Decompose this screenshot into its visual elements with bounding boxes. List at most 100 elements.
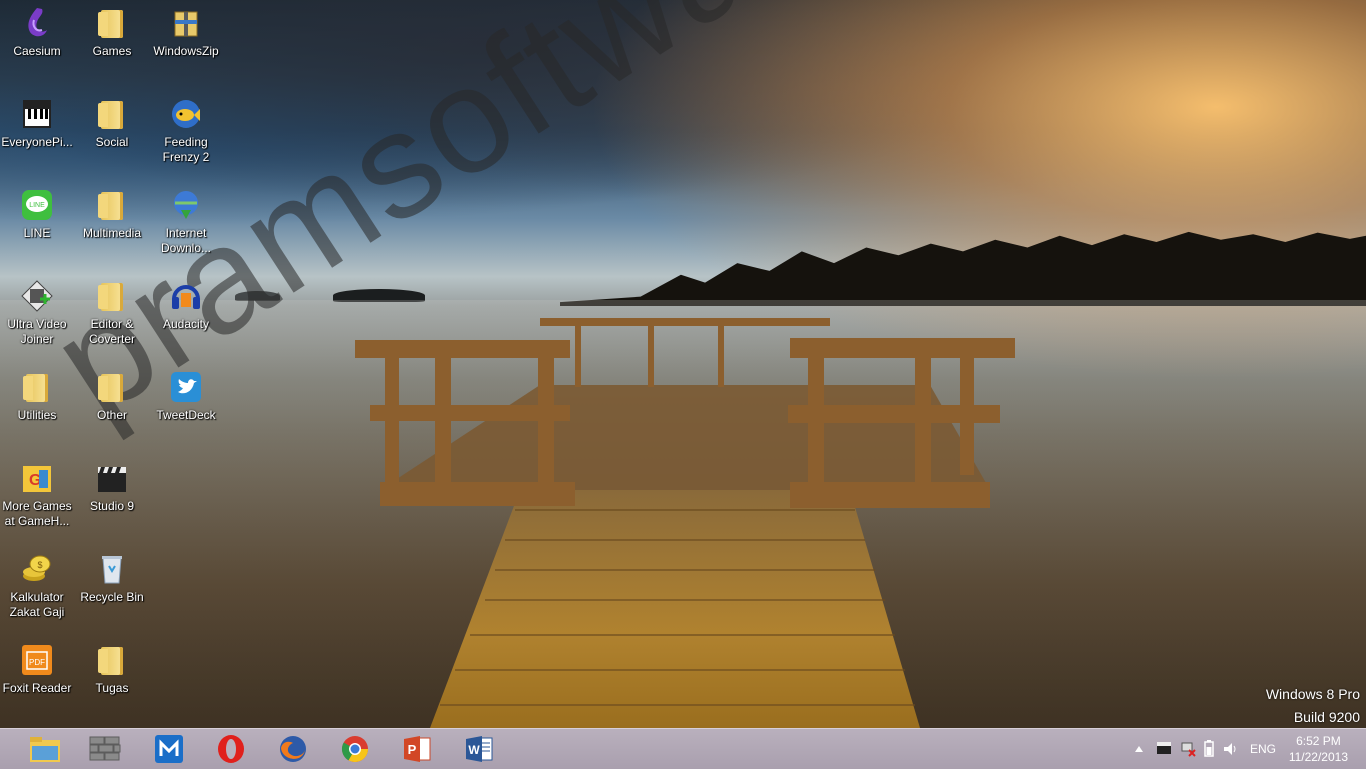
desktop-background: pramsoftware.com Caesium Games WindowsZi… [0, 0, 1366, 728]
desktop-icon-kalkulator-zakat[interactable]: $ Kalkulator Zakat Gaji [0, 546, 74, 620]
opera-icon [218, 735, 244, 763]
folder-icon [95, 188, 129, 222]
os-edition-text: Windows 8 Pro [1265, 686, 1360, 702]
fish-icon [169, 97, 203, 131]
taskbar-wall-app[interactable] [76, 731, 134, 767]
taskbar-chrome[interactable] [326, 731, 384, 767]
desktop-icon-games[interactable]: Games [75, 0, 149, 59]
clock[interactable]: 6:52 PM 11/22/2013 [1289, 733, 1348, 765]
clapperboard-icon [1157, 742, 1171, 754]
icon-label: Editor & Coverter [88, 317, 135, 346]
desktop-icon-audacity[interactable]: Audacity [149, 273, 223, 332]
windowszip-icon [169, 6, 203, 40]
icon-label: Audacity [162, 317, 210, 331]
desktop-icon-other[interactable]: Other [75, 364, 149, 423]
icon-label: Caesium [13, 44, 61, 58]
icon-label: Feeding Frenzy 2 [162, 135, 210, 164]
video-joiner-icon [20, 279, 54, 313]
recycle-bin-icon [95, 552, 129, 586]
clock-date: 11/22/2013 [1288, 750, 1348, 764]
coins-icon: $ [20, 552, 54, 586]
taskbar-maxthon[interactable] [140, 731, 198, 767]
tray-volume-icon[interactable] [1222, 741, 1238, 760]
maxthon-icon [155, 735, 183, 763]
show-hidden-icons-button[interactable] [1134, 742, 1144, 756]
clapperboard-icon [95, 461, 129, 495]
firefox-icon [280, 736, 306, 762]
gamehouse-icon: G [20, 461, 54, 495]
chevron-up-icon [1135, 746, 1143, 752]
desktop-icon-tugas[interactable]: Tugas [75, 637, 149, 696]
line-icon: LINE [20, 188, 54, 222]
icon-label: Games [92, 44, 132, 58]
icon-label: Utilities [17, 408, 57, 422]
desktop-icon-windowszip[interactable]: WindowsZip [149, 0, 223, 59]
icon-label: More Games at GameH... [2, 499, 72, 528]
icon-label: WindowsZip [153, 44, 219, 58]
input-language-indicator[interactable]: ENG [1250, 742, 1276, 756]
network-error-icon [1181, 742, 1196, 757]
svg-text:P: P [408, 742, 417, 757]
svg-text:$: $ [37, 560, 42, 570]
icon-label: Social [95, 135, 129, 149]
icon-label: Internet Downlo... [160, 226, 212, 255]
icon-label: Ultra Video Joiner [7, 317, 67, 346]
svg-text:LINE: LINE [29, 202, 45, 209]
folder-icon [95, 643, 129, 677]
desktop-icon-utilities[interactable]: Utilities [0, 364, 74, 423]
clock-time: 6:52 PM [1296, 734, 1341, 748]
os-build-text: Build 9200 [1293, 709, 1360, 725]
idm-icon [169, 188, 203, 222]
taskbar: P W ENG 6:52 PM 11/22/2013 [0, 728, 1366, 769]
desktop-icon-gamehouse[interactable]: G More Games at GameH... [0, 455, 74, 529]
headphones-icon [169, 279, 203, 313]
icon-label: EveryonePi... [1, 135, 73, 149]
taskbar-file-explorer[interactable] [16, 731, 74, 767]
desktop-icon-multimedia[interactable]: Multimedia [75, 182, 149, 241]
folder-icon [95, 6, 129, 40]
icon-label: Kalkulator Zakat Gaji [9, 590, 65, 619]
battery-plug-icon [1204, 740, 1214, 757]
svg-text:PDF: PDF [29, 658, 45, 667]
powerpoint-icon: P [404, 736, 431, 762]
folder-icon [30, 737, 60, 762]
system-tray: ENG 6:52 PM 11/22/2013 [1116, 729, 1366, 769]
desktop-icon-idm[interactable]: Internet Downlo... [149, 182, 223, 256]
icon-label: LINE [23, 226, 51, 240]
desktop-icon-social[interactable]: Social [75, 91, 149, 150]
icon-label: Recycle Bin [80, 590, 144, 604]
desktop-icon-studio9[interactable]: Studio 9 [75, 455, 149, 514]
chrome-icon [341, 736, 369, 763]
desktop-icon-tweetdeck[interactable]: TweetDeck [149, 364, 223, 423]
taskbar-firefox[interactable] [264, 731, 322, 767]
folder-icon [95, 370, 129, 404]
icon-label: Multimedia [82, 226, 142, 240]
icon-label: Foxit Reader [2, 681, 72, 695]
icon-label: Other [96, 408, 127, 422]
desktop-icon-ultra-video-joiner[interactable]: Ultra Video Joiner [0, 273, 74, 347]
folder-icon [95, 97, 129, 131]
brick-wall-icon [89, 736, 121, 761]
desktop-icon-feeding-frenzy[interactable]: Feeding Frenzy 2 [149, 91, 223, 165]
desktop-icon-recycle-bin[interactable]: Recycle Bin [75, 546, 149, 605]
tray-media-icon[interactable] [1156, 741, 1172, 758]
icon-label: TweetDeck [156, 408, 216, 422]
tray-power-icon[interactable] [1202, 740, 1216, 761]
taskbar-powerpoint[interactable]: P [388, 731, 446, 767]
tray-network-icon[interactable] [1180, 741, 1196, 760]
folder-icon [20, 370, 54, 404]
taskbar-word[interactable]: W [450, 731, 508, 767]
desktop-icon-caesium[interactable]: Caesium [0, 0, 74, 59]
piano-icon [20, 97, 54, 131]
icon-label: Tugas [95, 681, 129, 695]
desktop-icon-everyonepiano[interactable]: EveryonePi... [0, 91, 74, 150]
desktop-icon-editor-coverter[interactable]: Editor & Coverter [75, 273, 149, 347]
folder-icon [95, 279, 129, 313]
desktop-icon-foxit-reader[interactable]: PDF Foxit Reader [0, 637, 74, 696]
desktop-icon-line[interactable]: LINE LINE [0, 182, 74, 241]
twitter-bird-icon [169, 370, 203, 404]
speaker-icon [1224, 743, 1236, 755]
pdf-icon: PDF [20, 643, 54, 677]
taskbar-opera[interactable] [202, 731, 260, 767]
icon-label: Studio 9 [89, 499, 135, 513]
